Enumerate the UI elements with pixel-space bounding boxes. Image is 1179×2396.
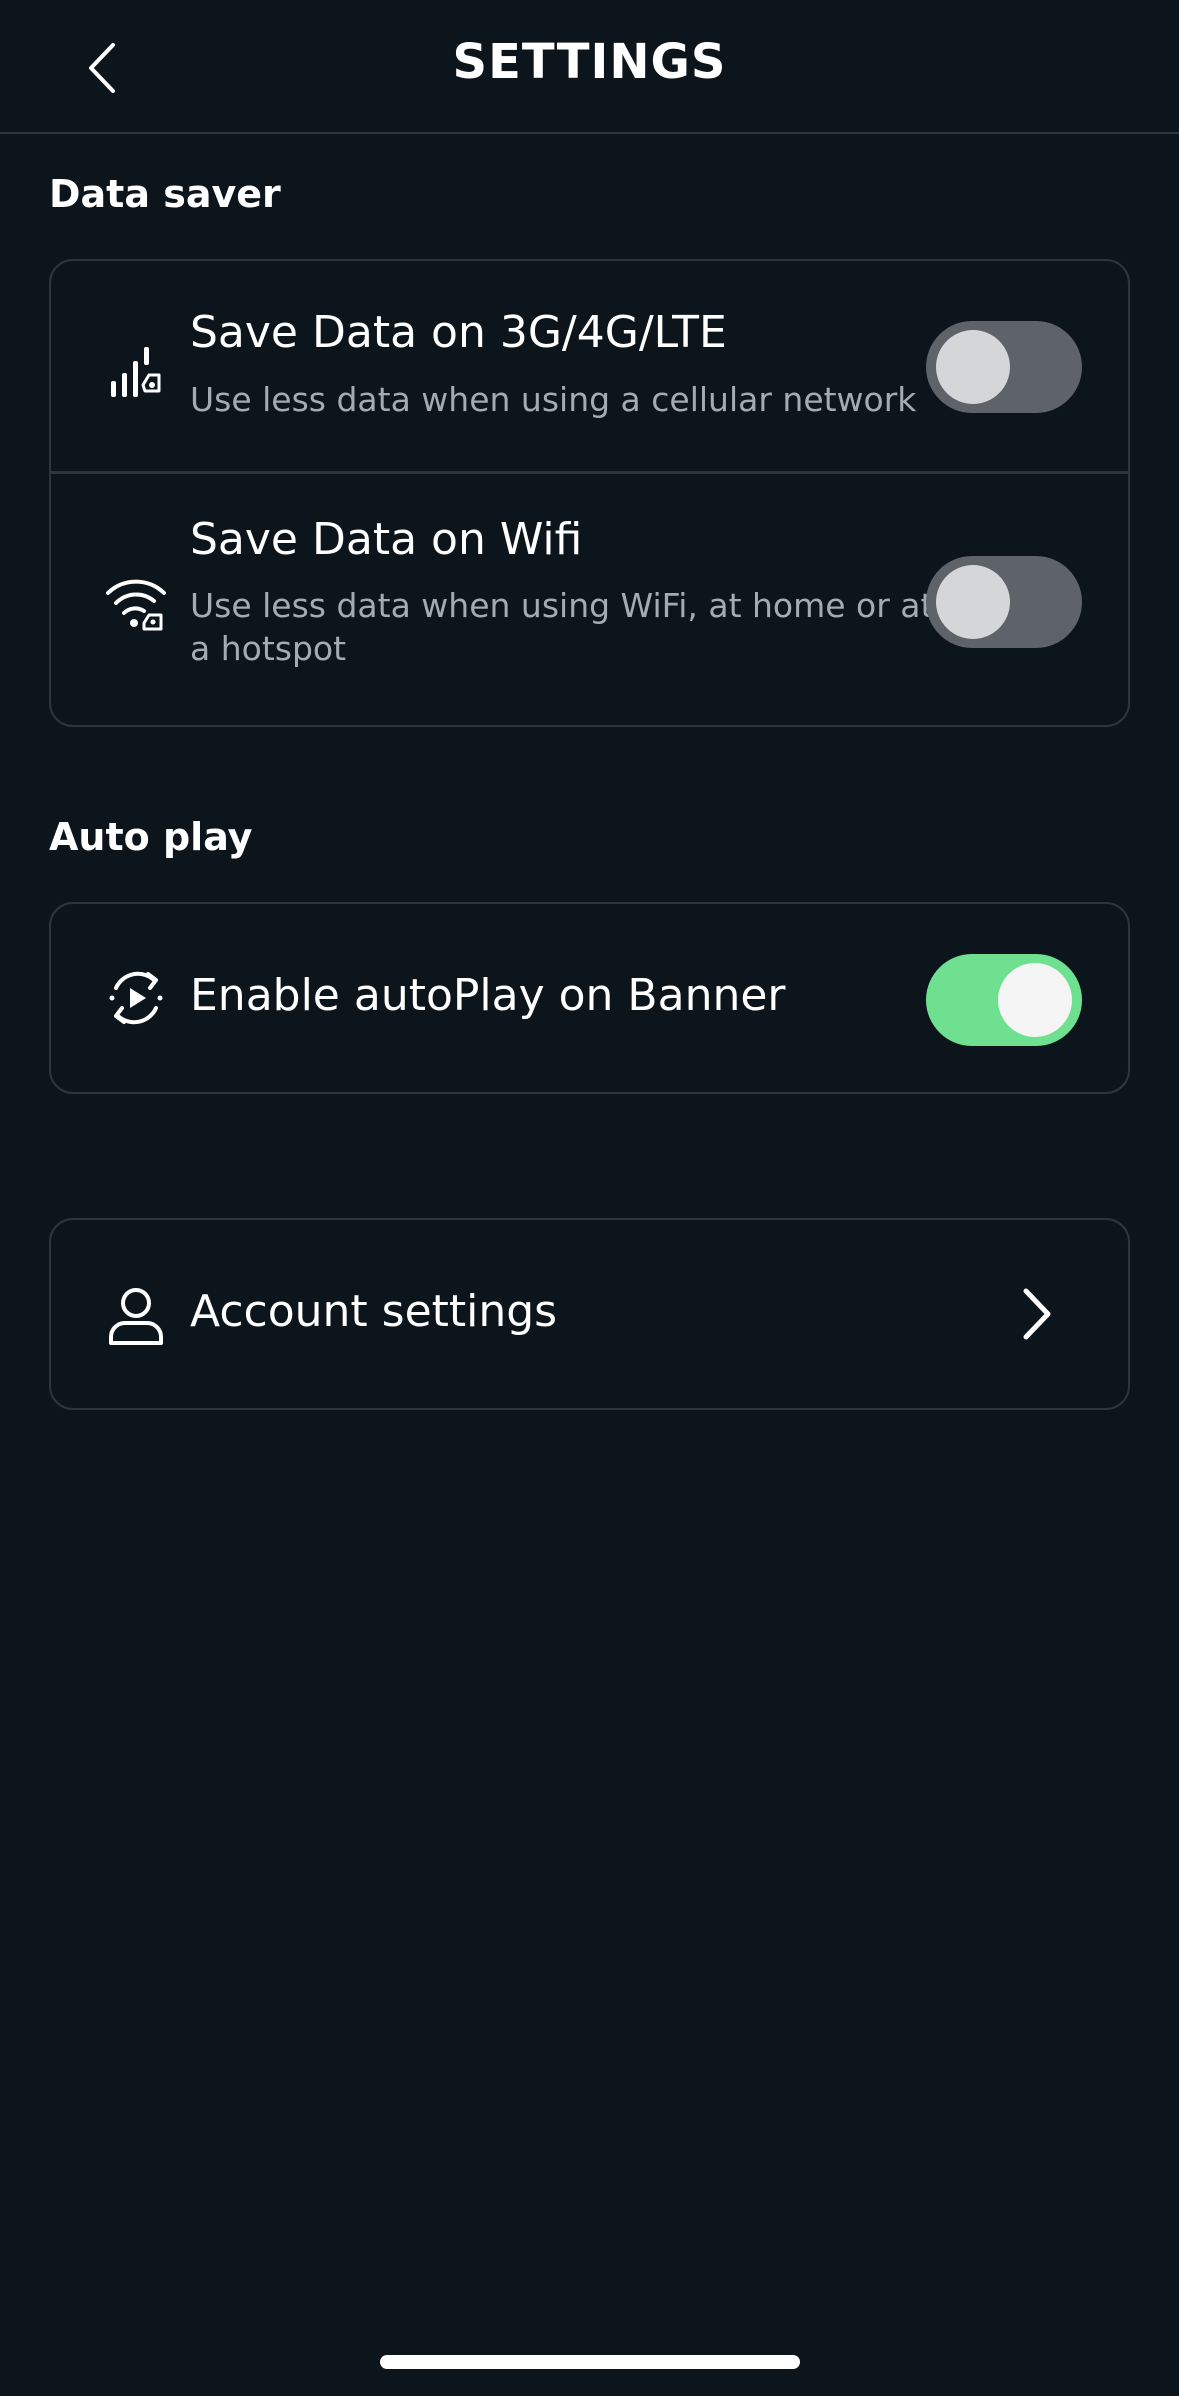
setting-row-wifi: Save Data on Wifi Use less data when usi…: [51, 474, 1128, 727]
toggle-knob: [936, 330, 1010, 404]
wifi-data-saver-toggle[interactable]: [926, 556, 1082, 648]
setting-title: Save Data on Wifi: [190, 514, 583, 565]
chevron-right-icon: [1012, 1284, 1062, 1344]
toggle-knob: [998, 963, 1072, 1037]
autoplay-icon: [103, 965, 169, 1031]
section-title-auto-play: Auto play: [49, 815, 253, 859]
setting-subtitle: Use less data when using WiFi, at home o…: [190, 586, 934, 668]
setting-title: Save Data on 3G/4G/LTE: [190, 307, 727, 358]
setting-title: Enable autoPlay on Banner: [190, 970, 786, 1021]
setting-row-cellular: Save Data on 3G/4G/LTE Use less data whe…: [51, 261, 1128, 471]
home-indicator[interactable]: [380, 2355, 800, 2369]
setting-subtitle: Use less data when using a cellular netw…: [190, 380, 917, 419]
header-bar: SETTINGS: [0, 0, 1179, 134]
section-title-data-saver: Data saver: [49, 172, 281, 216]
account-settings-label: Account settings: [190, 1286, 558, 1337]
wifi-data-saver-icon: [103, 570, 169, 636]
account-settings-button[interactable]: Account settings: [49, 1218, 1130, 1410]
setting-row-autoplay: Enable autoPlay on Banner: [51, 904, 1128, 1092]
data-saver-card: Save Data on 3G/4G/LTE Use less data whe…: [49, 259, 1130, 727]
cellular-data-saver-icon: [103, 339, 169, 405]
cellular-data-saver-toggle[interactable]: [926, 321, 1082, 413]
toggle-knob: [936, 565, 1010, 639]
auto-play-card: Enable autoPlay on Banner: [49, 902, 1130, 1094]
user-icon: [103, 1283, 169, 1349]
autoplay-toggle[interactable]: [926, 954, 1082, 1046]
page-title: SETTINGS: [452, 34, 727, 90]
